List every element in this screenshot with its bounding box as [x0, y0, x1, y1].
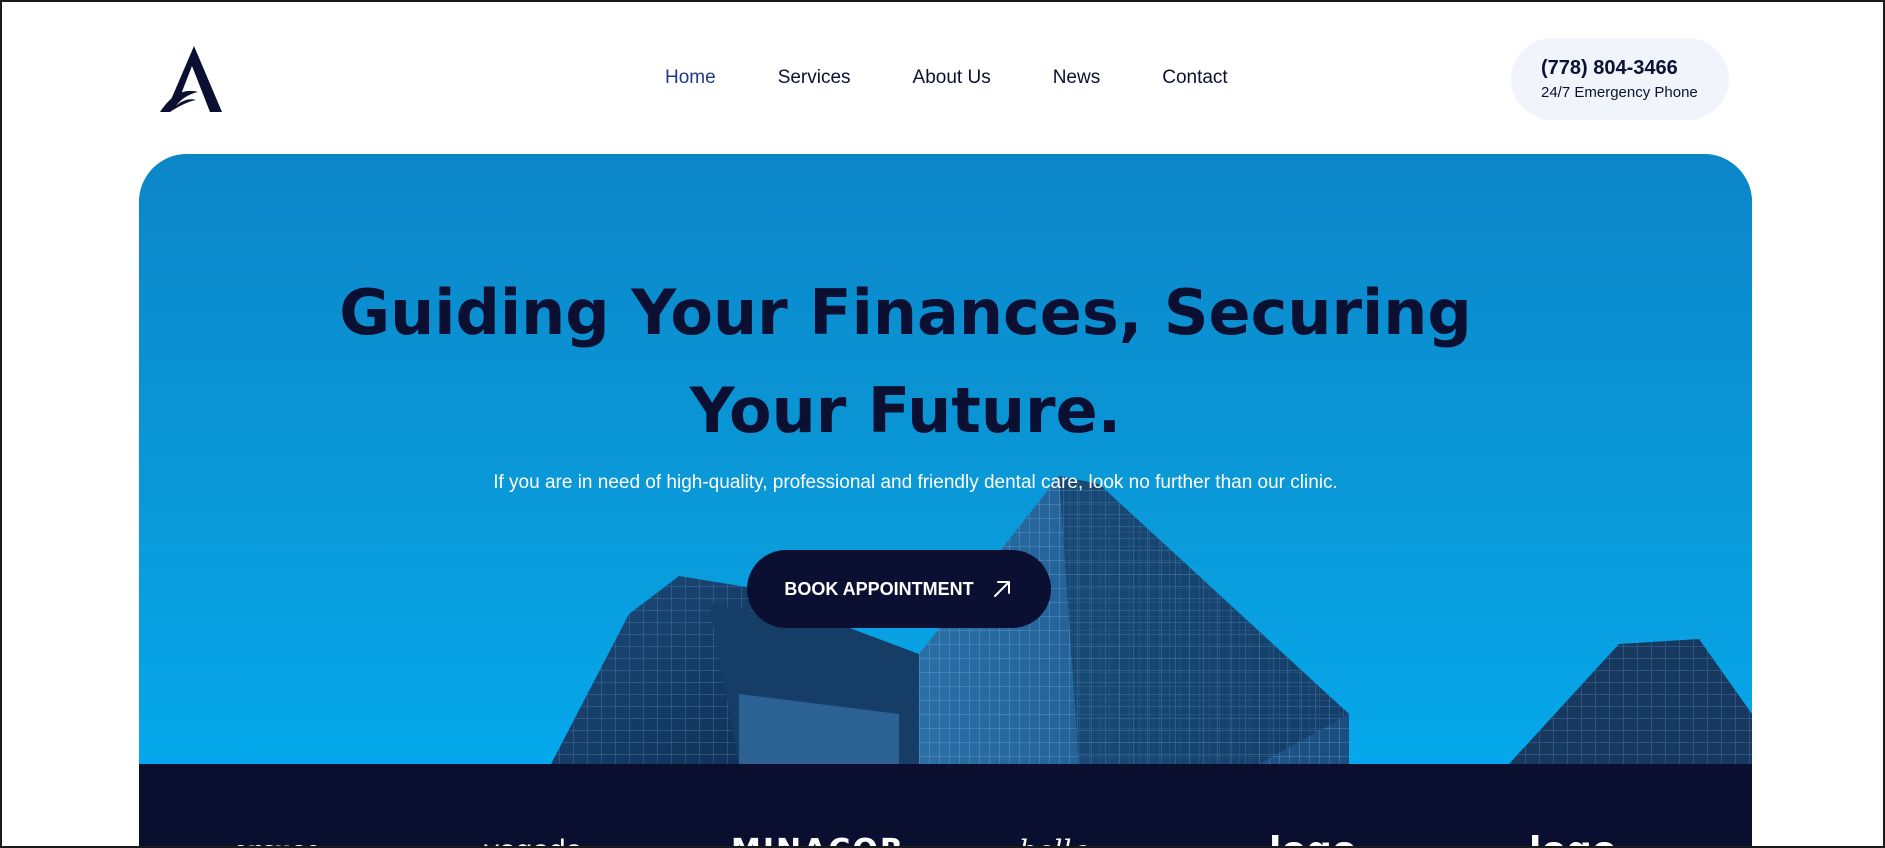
nav-home[interactable]: Home — [665, 66, 716, 90]
partner-logo: ercuse — [233, 836, 321, 846]
partner-logo: bella — [1019, 836, 1088, 847]
arrow-up-right-icon — [993, 581, 1010, 597]
nav-news[interactable]: News — [1053, 66, 1101, 90]
emergency-phone[interactable]: (778) 804-3466 24/7 Emergency Phone — [1511, 38, 1729, 120]
nav-contact[interactable]: Contact — [1162, 66, 1227, 90]
book-appointment-button[interactable]: BOOK APPOINTMENT — [747, 550, 1051, 628]
partner-logo: logo — [1269, 833, 1357, 847]
partner-logo: MINACOR — [731, 836, 905, 847]
hero-section: Guiding Your Finances, Securing Your Fut… — [139, 154, 1752, 764]
hero-title: Guiding Your Finances, Securing Your Fut… — [339, 276, 1472, 447]
main-nav: Home Services About Us News Contact — [665, 66, 1228, 90]
page: Home Services About Us News Contact (778… — [0, 0, 1885, 848]
phone-number: (778) 804-3466 — [1541, 57, 1678, 79]
book-appointment-label: BOOK APPOINTMENT — [784, 578, 974, 599]
phone-caption: 24/7 Emergency Phone — [1541, 84, 1698, 101]
nav-services[interactable]: Services — [778, 66, 851, 90]
hero-subtitle: If you are in need of high-quality, prof… — [493, 472, 1338, 493]
site-header: Home Services About Us News Contact (778… — [2, 2, 1883, 154]
partner-logo: logo — [1529, 833, 1617, 847]
site-logo[interactable] — [158, 44, 224, 114]
partner-logo: vegeda — [484, 836, 582, 847]
nav-about-us[interactable]: About Us — [913, 66, 991, 90]
logo-a-icon — [160, 46, 222, 112]
partner-logos-band: ercuse vegeda MINACOR bella logo logo — [139, 764, 1752, 847]
